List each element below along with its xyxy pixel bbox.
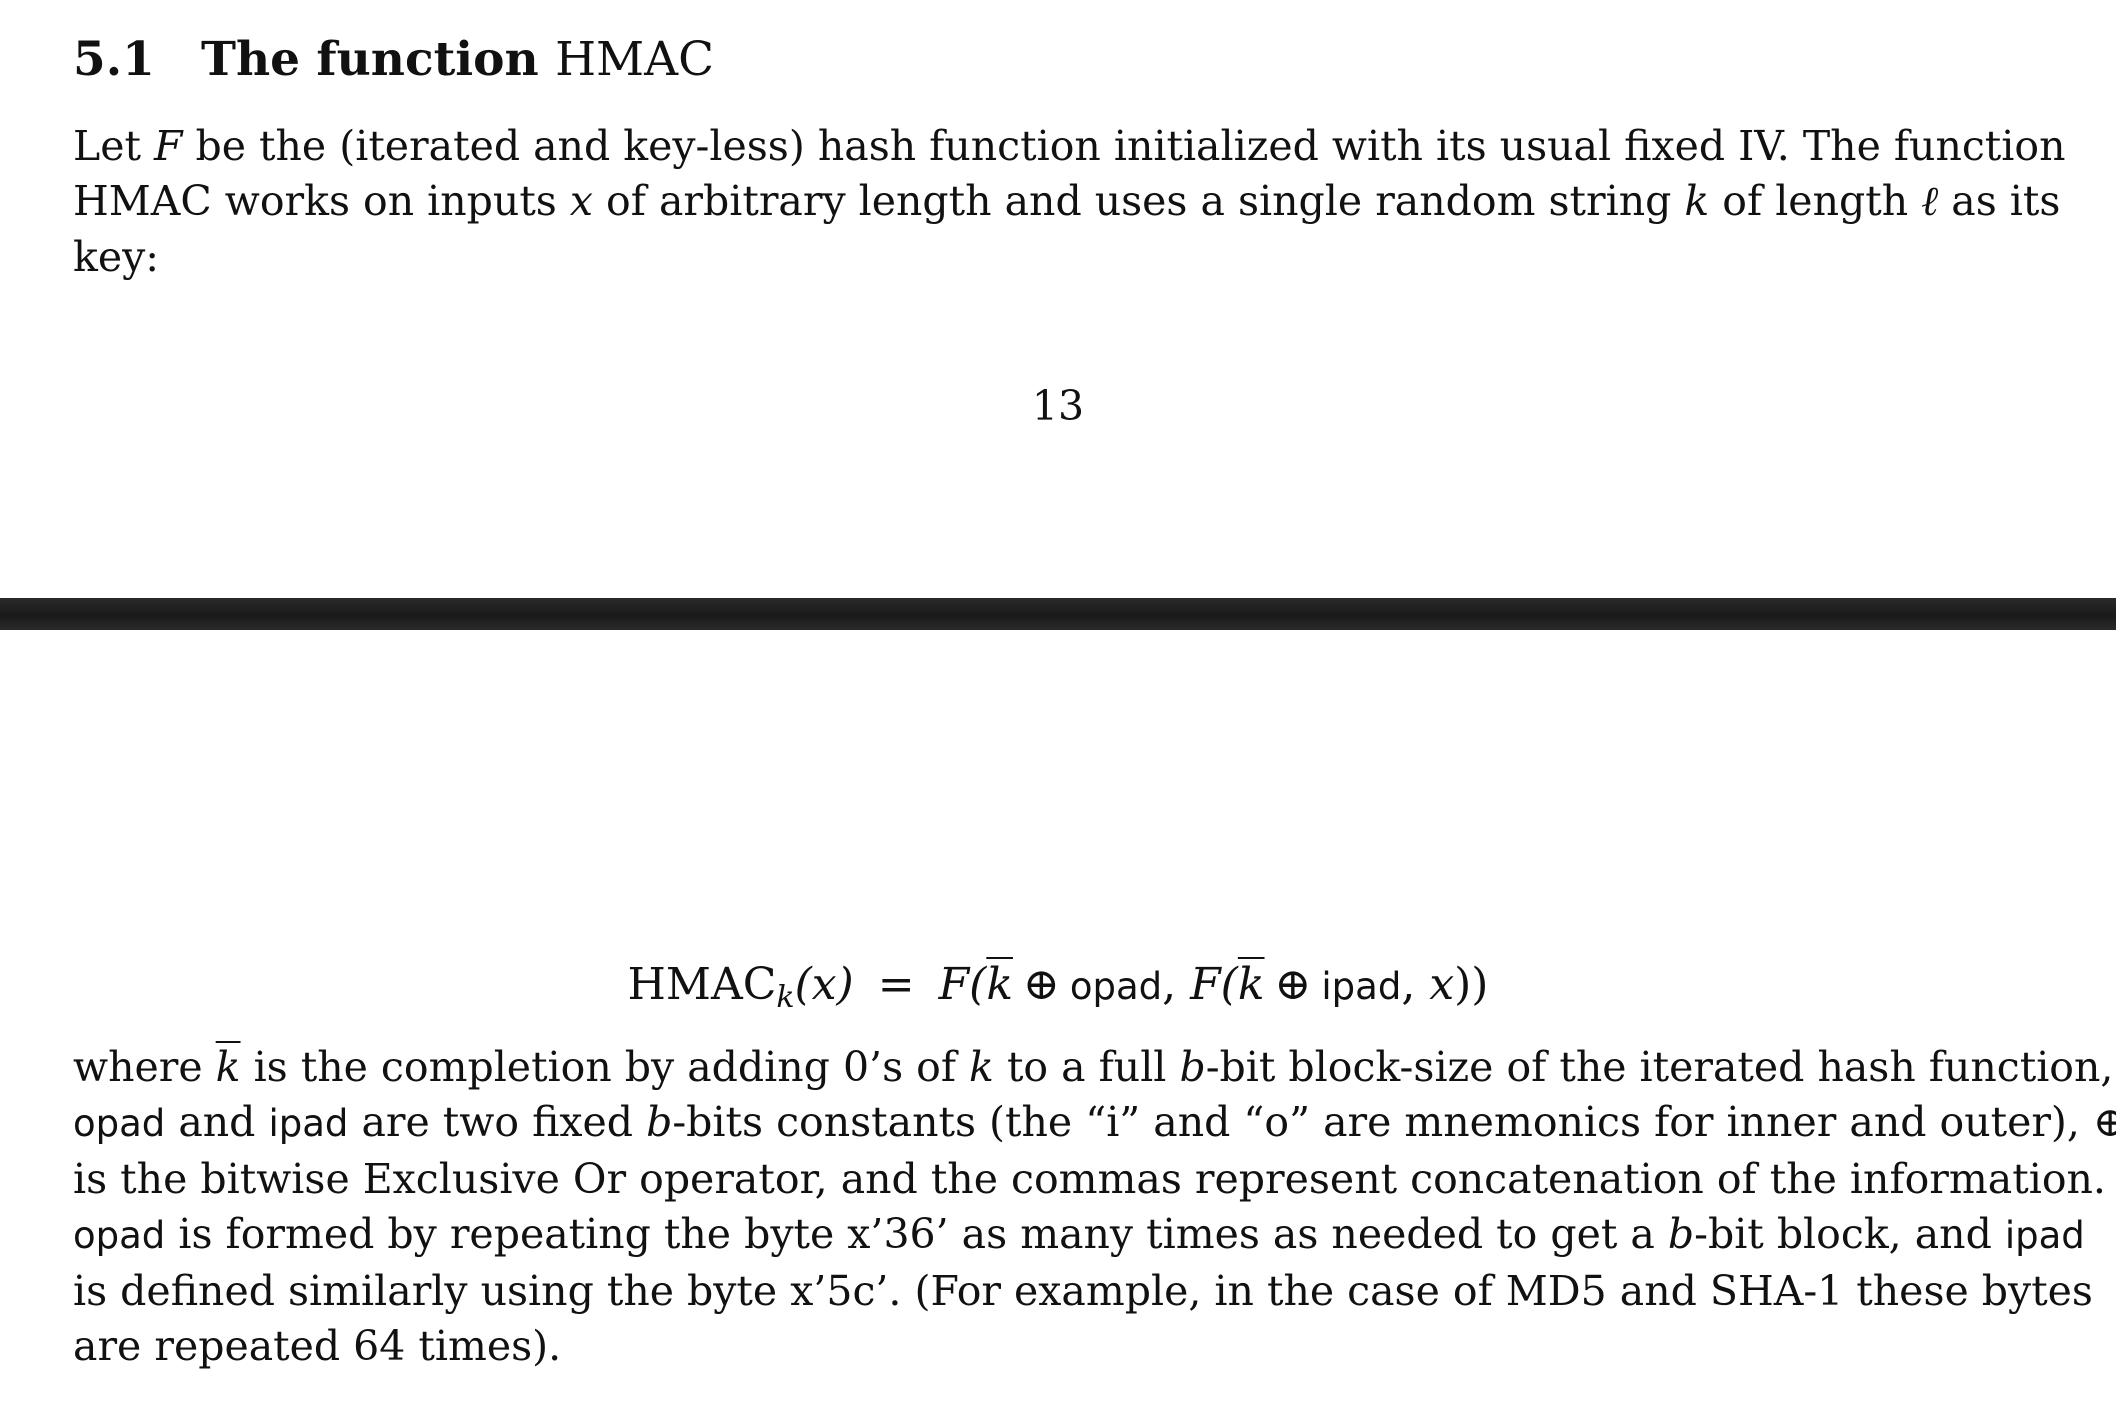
eq-F-inner: F( bbox=[1190, 959, 1238, 1010]
where-line-2: opad and ipad are two fixed b-bits const… bbox=[73, 1095, 2116, 1151]
eq-equals: = bbox=[877, 959, 915, 1010]
math-ell: ℓ bbox=[1921, 177, 1939, 226]
term-opad: opad bbox=[73, 1102, 166, 1146]
math-F: F bbox=[154, 122, 183, 170]
math-k: k bbox=[1684, 177, 1710, 226]
where-line-4: opad is formed by repeating the byte x’3… bbox=[73, 1210, 2085, 1259]
section-title-bold: The function bbox=[201, 32, 539, 87]
term-opad: opad bbox=[73, 1214, 166, 1258]
intro-line-1: Let F be the (iterated and key-less) has… bbox=[73, 122, 2066, 170]
intro-line-2: HMAC works on inputs x of arbitrary leng… bbox=[73, 177, 2061, 226]
where-paragraph: where k is the completion by adding 0’s … bbox=[73, 1040, 2116, 1374]
eq-ipad: ipad bbox=[1321, 965, 1402, 1008]
where-line-3: is the bitwise Exclusive Or operator, an… bbox=[73, 1154, 2106, 1203]
eq-xor-inner: ⊕ bbox=[1274, 959, 1312, 1010]
term-ipad: ipad bbox=[2004, 1214, 2085, 1258]
section-number: 5.1 bbox=[73, 32, 155, 87]
eq-close: )) bbox=[1454, 959, 1489, 1010]
math-b: b bbox=[1667, 1210, 1695, 1259]
section-title-hmac: HMAC bbox=[555, 32, 715, 87]
eq-F-outer: F( bbox=[938, 959, 987, 1010]
math-b: b bbox=[646, 1098, 673, 1147]
intro-paragraph: Let F be the (iterated and key-less) has… bbox=[73, 119, 2066, 285]
intro-line-3: key: bbox=[73, 232, 160, 281]
xor-symbol: ⊕ bbox=[2093, 1098, 2116, 1147]
eq-hmac-arg: (x) bbox=[794, 959, 854, 1010]
page-separator bbox=[0, 598, 2116, 630]
eq-hmac-name: HMAC bbox=[627, 959, 777, 1010]
page-number: 13 bbox=[1031, 382, 1085, 430]
where-line-1: where k is the completion by adding 0’s … bbox=[73, 1043, 2114, 1091]
term-ipad: ipad bbox=[268, 1102, 349, 1146]
math-kbar: k bbox=[215, 1043, 241, 1091]
eq-hmac-subscript: k bbox=[776, 980, 795, 1015]
eq-x: x bbox=[1429, 959, 1455, 1010]
where-line-5: is defined similarly using the byte x’5c… bbox=[73, 1266, 2093, 1315]
math-x: x bbox=[569, 177, 594, 226]
section-heading: 5.1 The function HMAC bbox=[73, 30, 714, 90]
eq-opad: opad bbox=[1069, 965, 1163, 1008]
hmac-equation: HMACk(x) = F(k ⊕ opad, F(k ⊕ ipad, x)) bbox=[627, 959, 1489, 1015]
eq-kbar-inner: k bbox=[1237, 959, 1265, 1010]
math-k: k bbox=[969, 1043, 994, 1091]
eq-xor-outer: ⊕ bbox=[1022, 959, 1060, 1010]
math-b: b bbox=[1179, 1043, 1206, 1091]
eq-kbar-outer: k bbox=[986, 959, 1013, 1010]
where-line-6: are repeated 64 times). bbox=[73, 1322, 562, 1371]
